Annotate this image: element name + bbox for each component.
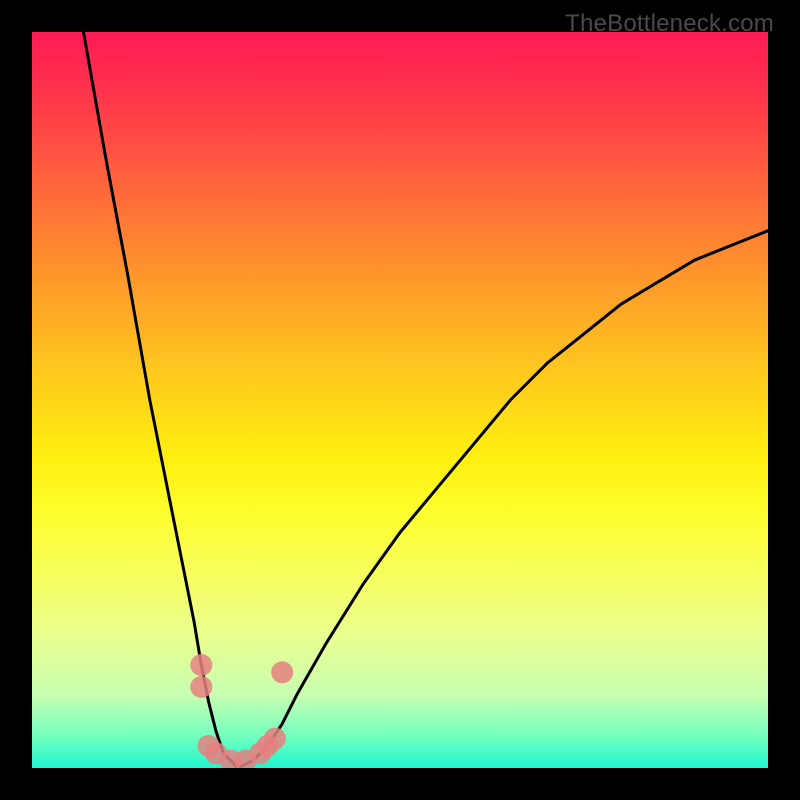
- marker-group: [190, 654, 293, 768]
- chart-svg: [32, 32, 768, 768]
- marker-point: [271, 661, 293, 683]
- marker-point: [190, 676, 212, 698]
- bottleneck-curve-line: [84, 32, 769, 768]
- marker-point: [190, 654, 212, 676]
- marker-point: [264, 728, 286, 750]
- chart-frame: TheBottleneck.com: [0, 0, 800, 800]
